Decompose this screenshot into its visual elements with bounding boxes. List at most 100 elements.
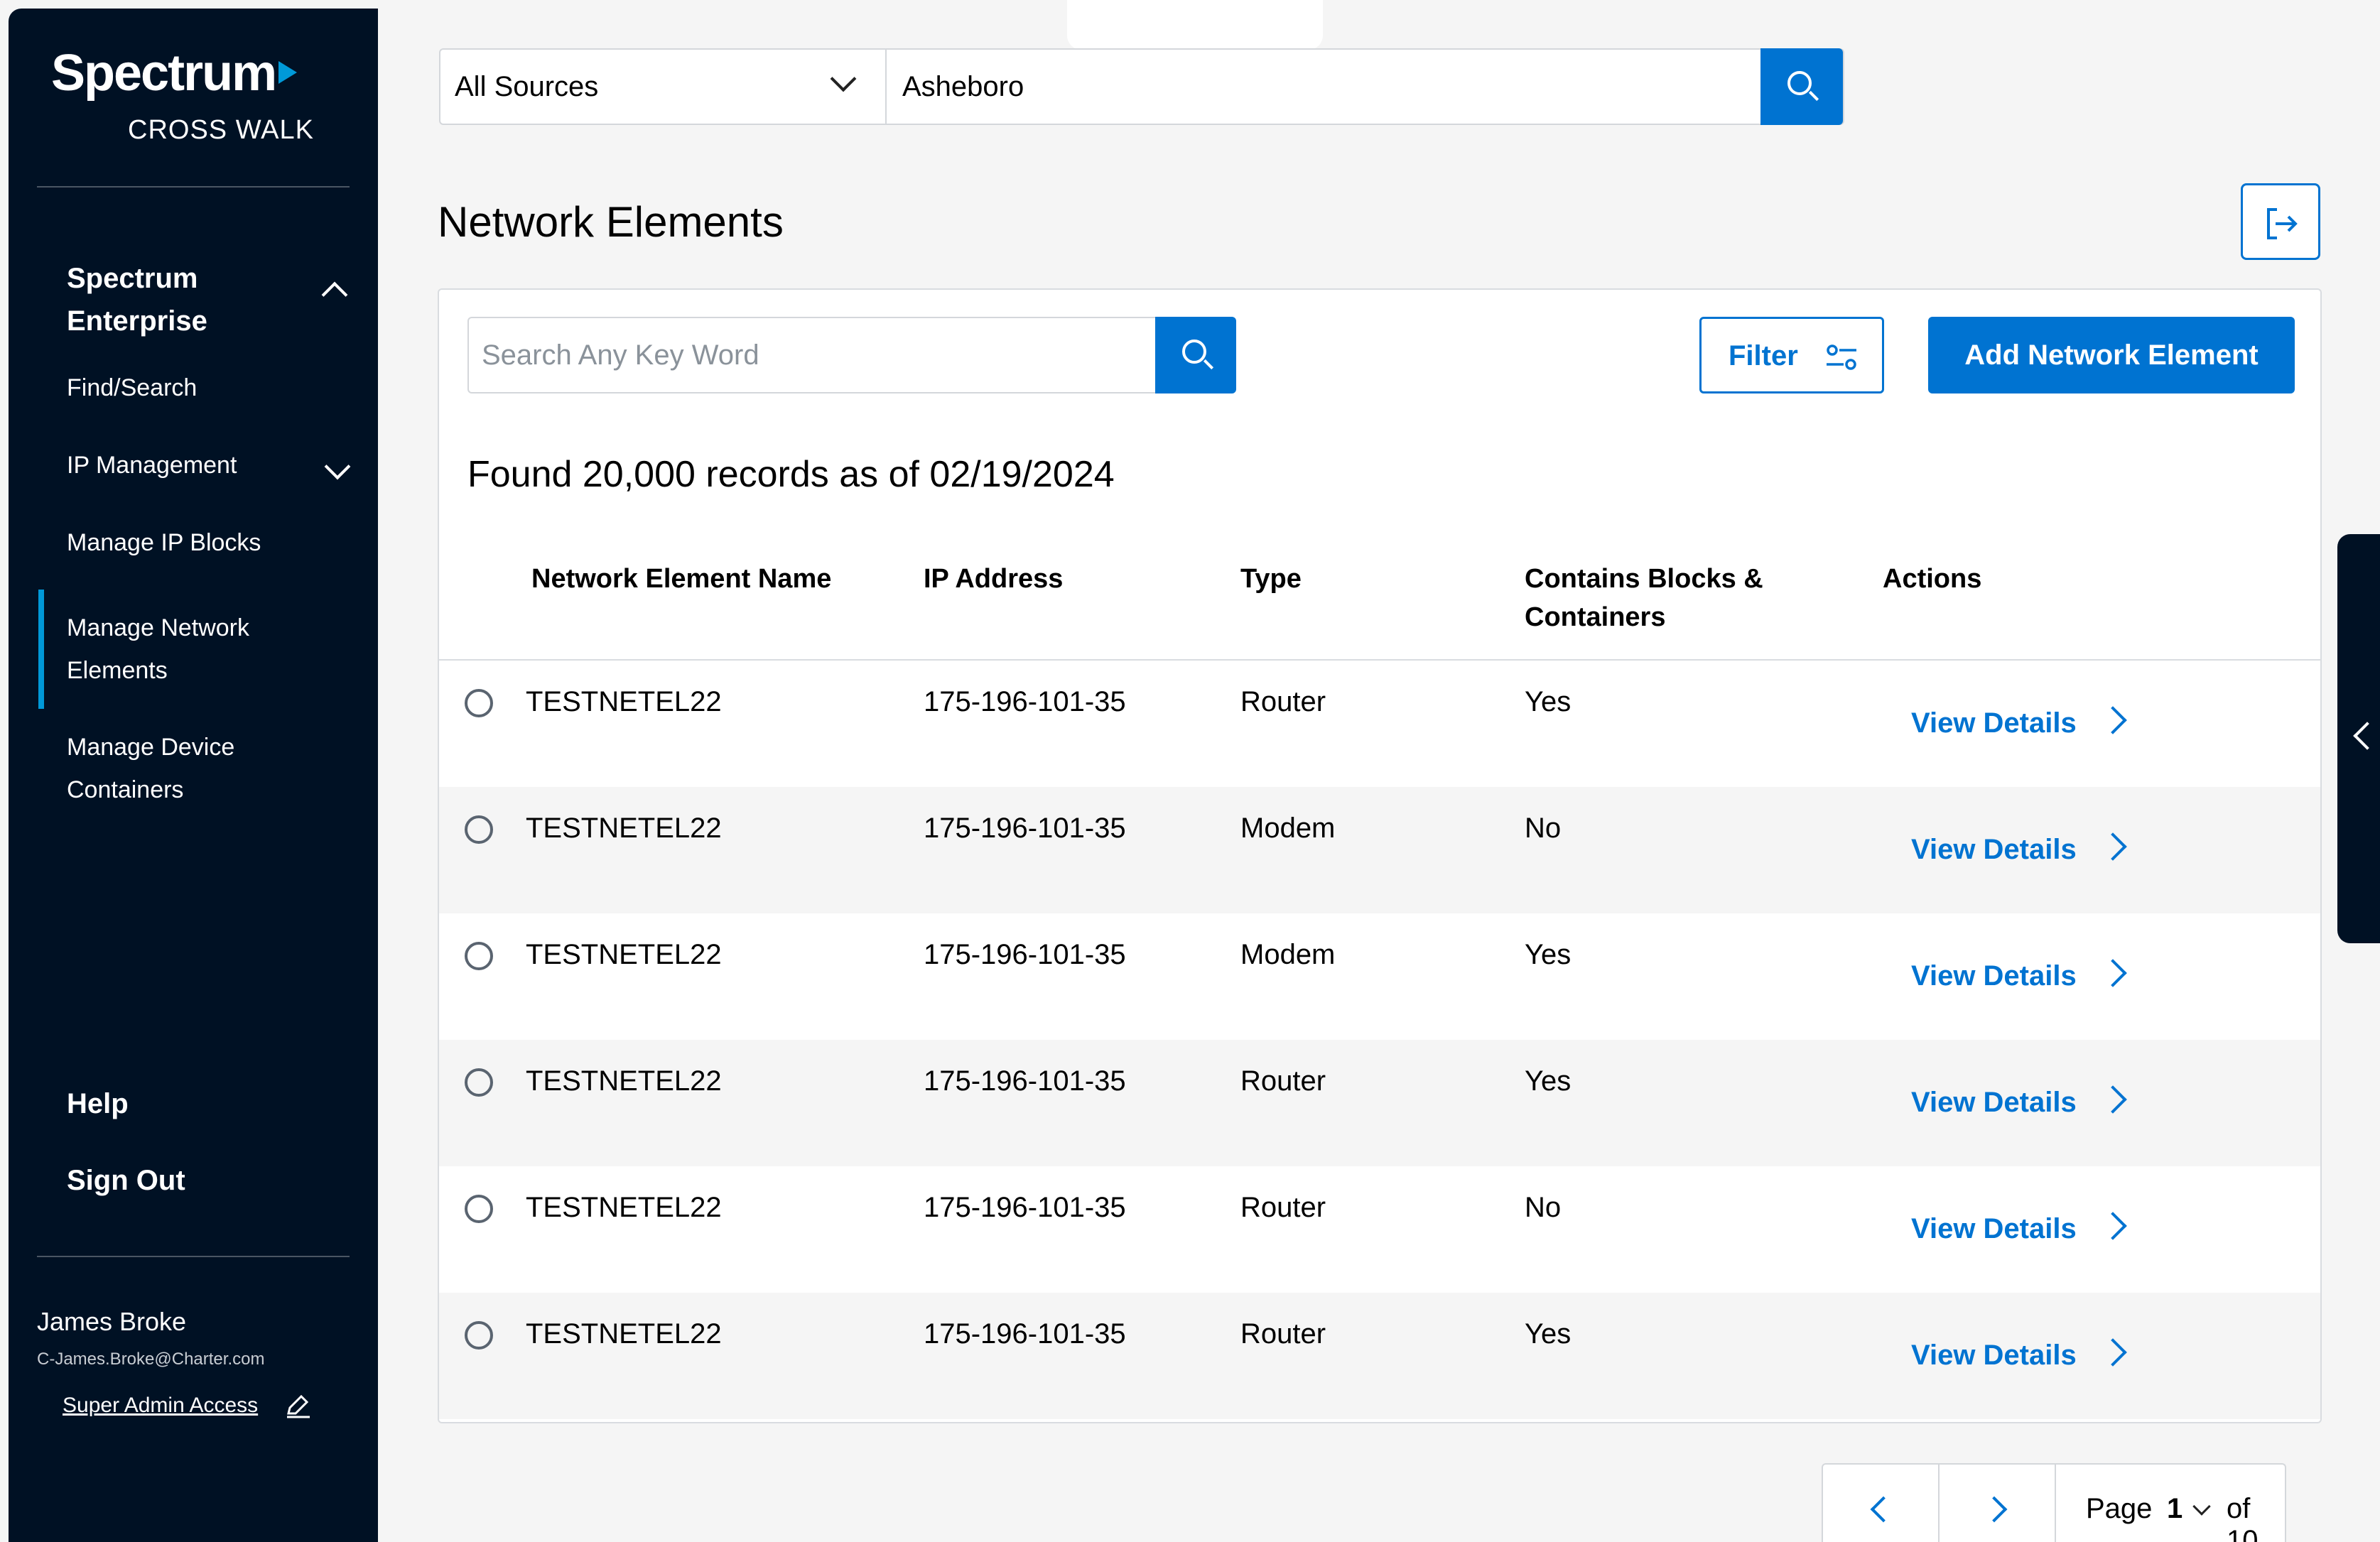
global-search-bar: All Sources Asheboro [439, 48, 1844, 125]
cell-contains: Yes [1525, 939, 1572, 970]
table-row: TESTNETEL22 175-196-101-35 Router Yes View D… [439, 1040, 2320, 1166]
chevron-right-icon[interactable] [2099, 1085, 2127, 1114]
view-details-link[interactable]: View Details [1911, 1087, 2077, 1119]
chevron-up-icon[interactable] [321, 281, 348, 308]
cell-contains: Yes [1525, 686, 1572, 717]
filter-sliders-icon [1827, 344, 1856, 370]
chevron-left-icon [1870, 1496, 1897, 1523]
records-count: Found 20,000 records as of 02/19/2024 [467, 454, 1115, 495]
page-total: of 10 [2227, 1493, 2259, 1542]
cell-contains: No [1525, 813, 1562, 844]
chevron-right-icon[interactable] [2099, 1212, 2127, 1240]
page-title: Network Elements [438, 198, 784, 246]
cell-type: Router [1240, 1318, 1326, 1350]
network-elements-card: Search Any Key Word Filter Add Network E… [438, 288, 2322, 1423]
row-select-radio[interactable] [465, 815, 493, 844]
page-label: Page [2086, 1493, 2153, 1524]
cell-ip: 175-196-101-35 [924, 1318, 1126, 1350]
cell-ip: 175-196-101-35 [924, 1065, 1126, 1097]
chevron-down-icon [830, 65, 857, 92]
column-header-name[interactable]: Network Element Name [531, 560, 831, 598]
sidebar-item-manage-ip-blocks[interactable]: Manage IP Blocks [67, 521, 323, 564]
sidebar: Spectrum CROSS WALK Spectrum Enterprise … [9, 9, 378, 1542]
keyword-search-button[interactable] [1155, 317, 1236, 393]
row-select-radio[interactable] [465, 1321, 493, 1350]
cell-type: Modem [1240, 813, 1336, 844]
search-icon [1787, 71, 1812, 95]
side-drawer-toggle[interactable] [2337, 534, 2380, 943]
sidebar-item-manage-network-elements[interactable]: Manage Network Elements [67, 607, 294, 692]
global-search-input[interactable]: Asheboro [902, 71, 1024, 103]
view-details-link[interactable]: View Details [1911, 1213, 2077, 1245]
sidebar-divider-top [37, 186, 350, 188]
chevron-right-icon[interactable] [2099, 832, 2127, 861]
user-email: C-James.Broke@Charter.com [37, 1350, 265, 1369]
sidebar-item-ip-management[interactable]: IP Management [67, 444, 323, 487]
row-select-radio[interactable] [465, 1195, 493, 1223]
user-name: James Broke [37, 1307, 187, 1336]
view-details-link[interactable]: View Details [1911, 1340, 2077, 1372]
cell-type: Router [1240, 1192, 1326, 1223]
cell-name: TESTNETEL22 [526, 939, 722, 970]
export-button[interactable] [2241, 183, 2320, 260]
row-select-radio[interactable] [465, 942, 493, 970]
view-details-link[interactable]: View Details [1911, 960, 2077, 992]
keyword-search-input[interactable]: Search Any Key Word [467, 317, 1155, 393]
table-row: TESTNETEL22 175-196-101-35 Router No View De… [439, 1166, 2320, 1293]
super-admin-access-link[interactable]: Super Admin Access [63, 1394, 258, 1418]
chevron-right-icon[interactable] [2099, 959, 2127, 987]
keyword-search-placeholder: Search Any Key Word [482, 340, 759, 371]
add-network-element-button[interactable]: Add Network Element [1928, 317, 2295, 393]
cell-ip: 175-196-101-35 [924, 686, 1126, 717]
sidebar-item-manage-device-containers[interactable]: Manage Device Containers [67, 726, 294, 811]
cell-name: TESTNETEL22 [526, 1065, 722, 1097]
column-header-ip[interactable]: IP Address [924, 560, 1063, 598]
active-indicator [38, 590, 44, 709]
export-icon [2267, 208, 2298, 239]
cell-name: TESTNETEL22 [526, 1318, 722, 1350]
row-select-radio[interactable] [465, 1068, 493, 1097]
page-select[interactable]: 1 [2167, 1493, 2182, 1525]
global-search-button[interactable] [1760, 48, 1843, 125]
row-select-radio[interactable] [465, 689, 493, 717]
edit-icon[interactable] [284, 1395, 313, 1419]
column-header-contains[interactable]: Contains Blocks & Containers [1525, 560, 1809, 636]
filter-label: Filter [1729, 340, 1798, 371]
cell-type: Router [1240, 686, 1326, 717]
search-icon [1182, 340, 1206, 364]
chevron-down-icon[interactable] [2192, 1497, 2211, 1516]
chevron-right-icon[interactable] [2099, 706, 2127, 734]
cell-ip: 175-196-101-35 [924, 1192, 1126, 1223]
sidebar-help-link[interactable]: Help [67, 1088, 129, 1120]
brand-subtitle: CROSS WALK [128, 115, 314, 145]
cell-name: TESTNETEL22 [526, 686, 722, 717]
brand-triangle-icon [278, 60, 298, 84]
cell-contains: Yes [1525, 1318, 1572, 1350]
sidebar-sign-out-link[interactable]: Sign Out [67, 1165, 185, 1197]
cell-type: Modem [1240, 939, 1336, 970]
cell-contains: No [1525, 1192, 1562, 1223]
table-row: TESTNETEL22 175-196-101-35 Modem Yes View De… [439, 913, 2320, 1040]
prev-page-button[interactable] [1823, 1465, 1940, 1542]
source-select-value: All Sources [455, 71, 599, 102]
next-page-button[interactable] [1940, 1465, 2056, 1542]
filter-button[interactable]: Filter [1699, 317, 1884, 393]
table-row: TESTNETEL22 175-196-101-35 Modem No View Det… [439, 787, 2320, 913]
view-details-link[interactable]: View Details [1911, 834, 2077, 866]
sidebar-divider-bottom [37, 1256, 350, 1257]
table-row: TESTNETEL22 175-196-101-35 Router Yes View D… [439, 661, 2320, 787]
column-header-type[interactable]: Type [1240, 560, 1302, 598]
chevron-right-icon [1981, 1496, 2008, 1523]
view-details-link[interactable]: View Details [1911, 707, 2077, 739]
table-row: TESTNETEL22 175-196-101-35 Router Yes View D… [439, 1293, 2320, 1419]
top-notch [1067, 0, 1323, 50]
sidebar-item-find-search[interactable]: Find/Search [67, 367, 323, 409]
cell-name: TESTNETEL22 [526, 1192, 722, 1223]
source-select[interactable]: All Sources [440, 50, 887, 124]
chevron-left-icon [2353, 722, 2380, 750]
sidebar-section-spectrum-enterprise[interactable]: Spectrum Enterprise [67, 257, 280, 342]
chevron-right-icon[interactable] [2099, 1338, 2127, 1367]
chevron-down-icon[interactable] [324, 453, 351, 480]
cell-contains: Yes [1525, 1065, 1572, 1097]
column-header-actions: Actions [1883, 564, 1982, 594]
